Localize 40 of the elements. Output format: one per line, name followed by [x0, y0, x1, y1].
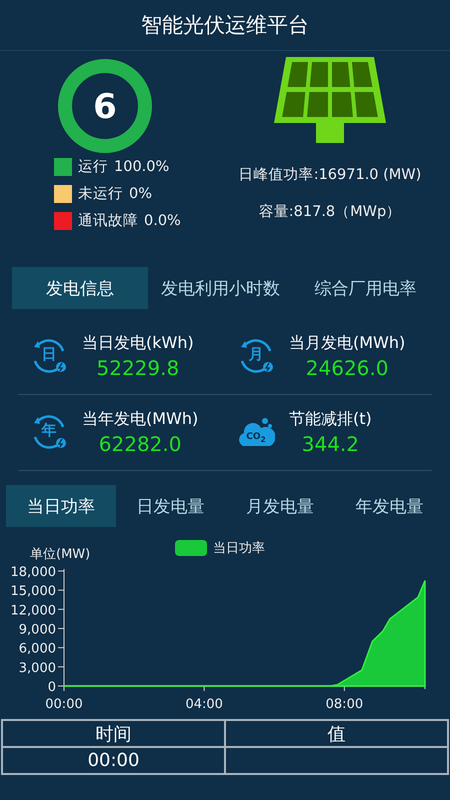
- stat-label: 当年发电(MWh): [82, 408, 198, 430]
- y-tick-label: 6,000: [18, 642, 56, 657]
- x-tick-label: 08:00: [326, 697, 364, 712]
- peak-power-text: 日峰值功率:16971.0 (MW): [238, 166, 422, 184]
- legend-label: 通讯故障: [78, 212, 138, 230]
- info-tab[interactable]: 发电利用小时数: [148, 267, 293, 309]
- chart-tab[interactable]: 日发电量: [116, 485, 225, 527]
- legend-label: 未运行: [78, 185, 123, 203]
- stat-value: 24626.0: [306, 356, 388, 380]
- app-title: 智能光伏运维平台: [141, 12, 309, 39]
- legend-value: 0%: [129, 186, 152, 202]
- y-tick-label: 3,000: [18, 660, 56, 676]
- capacity-text: 容量:817.8（MWp）: [258, 202, 402, 221]
- column-header: 值: [226, 721, 449, 748]
- stat-label: 节能减排(t): [289, 408, 372, 430]
- info-tab[interactable]: 综合厂用电率: [293, 267, 438, 309]
- column-header: 时间: [1, 721, 226, 748]
- info-tab[interactable]: 发电信息: [12, 267, 148, 309]
- y-tick-label: 18,000: [10, 565, 56, 580]
- chart-tab[interactable]: 当日功率: [6, 485, 116, 527]
- y-tick-label: 0: [48, 680, 56, 695]
- chart-tab[interactable]: 月发电量: [225, 485, 334, 527]
- legend-label: 运行: [78, 158, 108, 176]
- legend-value: 100.0%: [114, 158, 170, 174]
- y-tick-label: 12,000: [10, 603, 56, 618]
- stat-value: 344.2: [302, 432, 360, 456]
- legend-label: 当日功率: [213, 540, 265, 557]
- y-tick-label: 15,000: [10, 584, 56, 600]
- legend-value: 0.0%: [144, 212, 181, 228]
- stat-label: 当日发电(kWh): [82, 332, 194, 354]
- status-gauge: 6: [56, 57, 154, 155]
- unit-label: 单位(MW): [30, 546, 92, 563]
- chart-tab[interactable]: 年发电量: [334, 485, 444, 527]
- stat-value: 52229.8: [96, 356, 180, 380]
- x-tick-label: 04:00: [185, 697, 223, 712]
- stat-value: 62282.0: [98, 432, 182, 456]
- y-tick-label: 9,000: [18, 622, 56, 638]
- table-cell: 00:00: [1, 748, 226, 775]
- stat-label: 当月发电(MWh): [289, 332, 406, 354]
- x-tick-label: 00:00: [45, 697, 83, 712]
